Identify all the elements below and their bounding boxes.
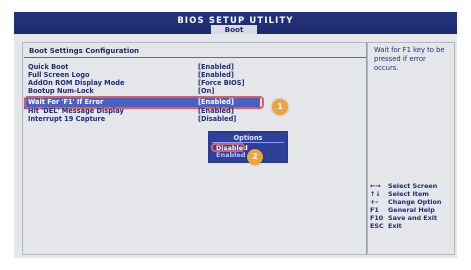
option-enabled[interactable]: Enabled <box>216 151 245 159</box>
setting-label: Bootup Num-Lock <box>28 87 94 95</box>
help-text: Wait for F1 key to be pressed if error o… <box>374 46 445 72</box>
setting-label: Hit 'DEL' Message Display <box>28 107 124 115</box>
legend-desc: Change Option <box>388 198 442 206</box>
setting-value: [Enabled] <box>198 71 234 79</box>
legend-row-change-option: +- Change Option <box>370 198 452 206</box>
boot-settings-panel: Boot Settings Configuration Quick Boot [… <box>22 42 368 255</box>
tab-boot[interactable]: Boot <box>211 25 257 34</box>
legend-desc: Exit <box>388 222 402 230</box>
bios-window-frame: BIOS SETUP UTILITY Boot Boot Settings Co… <box>0 0 471 270</box>
setting-value: [Enabled] <box>198 107 234 115</box>
setting-label: Full Screen Logo <box>28 71 90 79</box>
legend-key: +- <box>370 198 379 206</box>
legend-row-general-help: F1 General Help <box>370 206 452 214</box>
setting-label: Quick Boot <box>28 63 69 71</box>
legend-desc: Select Item <box>388 190 429 198</box>
setting-value: [On] <box>198 87 215 95</box>
annotation-badge-1: 1 <box>272 99 288 115</box>
setting-value: [Force BIOS] <box>198 79 245 87</box>
setting-label: Interrupt 19 Capture <box>28 115 106 123</box>
legend-row-save-exit: F10 Save and Exit <box>370 214 452 222</box>
section-divider <box>24 57 366 58</box>
setting-value: [Disabled] <box>198 115 237 123</box>
annotation-badge-2: 2 <box>247 149 263 165</box>
setting-label: AddOn ROM Display Mode <box>28 79 125 87</box>
legend-key: ←→ <box>370 182 381 190</box>
bios-screen: BIOS SETUP UTILITY Boot Boot Settings Co… <box>14 12 457 258</box>
legend-key: ↑↓ <box>370 190 381 198</box>
bios-title: BIOS SETUP UTILITY <box>177 15 294 25</box>
section-title: Boot Settings Configuration <box>29 47 140 55</box>
options-popup-title: Options <box>233 134 263 142</box>
legend-key: ESC <box>370 222 384 230</box>
legend-key: F10 <box>370 214 384 222</box>
legend-desc: Save and Exit <box>388 214 438 222</box>
legend-key: F1 <box>370 206 379 214</box>
annotation-highlight-2 <box>211 143 245 152</box>
title-bar: BIOS SETUP UTILITY Boot <box>14 12 457 34</box>
setting-value: [Enabled] <box>198 98 234 106</box>
setting-value: [Enabled] <box>198 63 234 71</box>
legend-desc: Select Screen <box>388 182 438 190</box>
legend-desc: General Help <box>388 206 435 214</box>
key-legend: ←→ Select Screen ↑↓ Select Item +- Chang… <box>370 182 452 230</box>
legend-row-select-screen: ←→ Select Screen <box>370 182 452 190</box>
legend-row-select-item: ↑↓ Select Item <box>370 190 452 198</box>
setting-label: Wait For 'F1' If Error <box>28 98 104 106</box>
legend-row-exit: ESC Exit <box>370 222 452 230</box>
